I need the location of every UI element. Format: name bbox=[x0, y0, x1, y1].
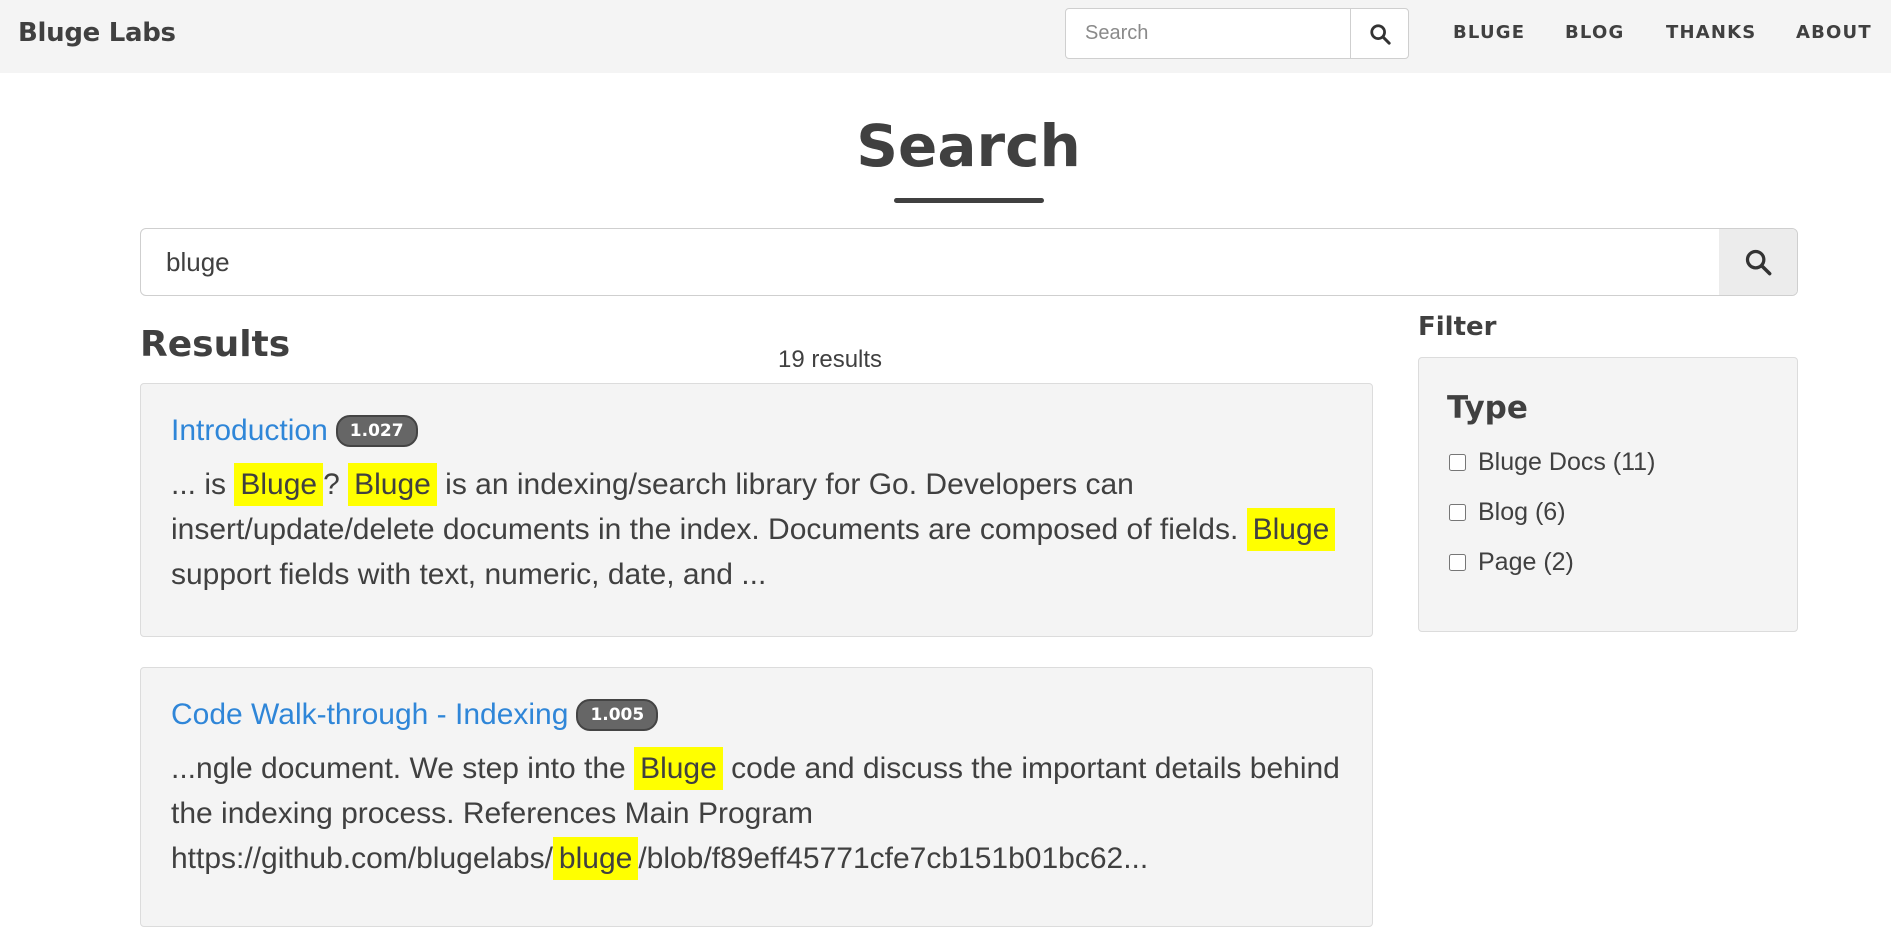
score-badge: 1.005 bbox=[576, 699, 659, 731]
filter-option-label: Page (2) bbox=[1478, 548, 1574, 576]
main-search-button[interactable] bbox=[1719, 229, 1797, 295]
result-title-row: Introduction 1.027 bbox=[171, 414, 418, 448]
result-snippet: ... is Bluge? Bluge is an indexing/searc… bbox=[171, 462, 1351, 597]
brand-logo[interactable]: Bluge Labs bbox=[18, 18, 176, 48]
search-icon bbox=[1745, 249, 1772, 276]
snippet-text: ...ngle document. We step into the bbox=[171, 752, 635, 785]
snippet-text: support fields with text, numeric, date,… bbox=[171, 558, 767, 591]
search-icon bbox=[1369, 23, 1391, 45]
result-card: Introduction 1.027 ... is Bluge? Bluge i… bbox=[140, 383, 1373, 637]
highlight-term: bluge bbox=[552, 837, 639, 880]
top-navbar: Bluge Labs BLUGE BLOG THANKS ABOUT bbox=[0, 0, 1891, 73]
result-title-link[interactable]: Introduction bbox=[171, 414, 328, 448]
score-badge: 1.027 bbox=[335, 415, 418, 447]
filter-option-label: Blog (6) bbox=[1478, 498, 1566, 526]
nav-link-about[interactable]: ABOUT bbox=[1796, 22, 1872, 43]
filter-checkbox[interactable] bbox=[1449, 454, 1466, 471]
highlight-term: Bluge bbox=[234, 463, 324, 506]
nav-link-bluge[interactable]: BLUGE bbox=[1453, 22, 1525, 43]
filter-option-blog[interactable]: Blog (6) bbox=[1449, 498, 1566, 527]
result-card: Code Walk-through - Indexing 1.005 ...ng… bbox=[140, 667, 1373, 927]
navbar-search-input[interactable] bbox=[1066, 9, 1350, 58]
filter-group-title: Type bbox=[1447, 390, 1528, 426]
filter-panel: Type Bluge Docs (11) Blog (6) Page (2) bbox=[1418, 357, 1798, 632]
snippet-text: ? bbox=[323, 468, 349, 501]
highlight-term: Bluge bbox=[634, 747, 723, 790]
navbar-search-button[interactable] bbox=[1350, 9, 1408, 58]
results-heading: Results bbox=[140, 324, 291, 365]
filter-option-label: Bluge Docs (11) bbox=[1478, 448, 1656, 476]
snippet-text: ... is bbox=[171, 468, 235, 501]
navbar-search bbox=[1065, 8, 1409, 59]
nav-link-thanks[interactable]: THANKS bbox=[1666, 22, 1756, 43]
highlight-term: Bluge bbox=[348, 463, 437, 506]
filter-option-bluge-docs[interactable]: Bluge Docs (11) bbox=[1449, 448, 1655, 477]
snippet-text: /blob/f89eff45771cfe7cb151b01bc62... bbox=[638, 842, 1149, 875]
nav-link-blog[interactable]: BLOG bbox=[1565, 22, 1624, 43]
filter-heading: Filter bbox=[1418, 312, 1497, 342]
filter-option-page[interactable]: Page (2) bbox=[1449, 548, 1574, 577]
main-search-bar bbox=[140, 228, 1798, 296]
result-title-row: Code Walk-through - Indexing 1.005 bbox=[171, 698, 659, 732]
result-snippet: ...ngle document. We step into the Bluge… bbox=[171, 746, 1351, 881]
results-count: 19 results bbox=[778, 346, 883, 373]
page-title: Search bbox=[856, 112, 1081, 180]
main-search-input[interactable] bbox=[141, 229, 1721, 295]
filter-checkbox[interactable] bbox=[1449, 554, 1466, 571]
highlight-term: Bluge bbox=[1246, 508, 1336, 551]
result-title-link[interactable]: Code Walk-through - Indexing bbox=[171, 698, 568, 732]
title-underline bbox=[894, 198, 1044, 203]
filter-checkbox[interactable] bbox=[1449, 504, 1466, 521]
